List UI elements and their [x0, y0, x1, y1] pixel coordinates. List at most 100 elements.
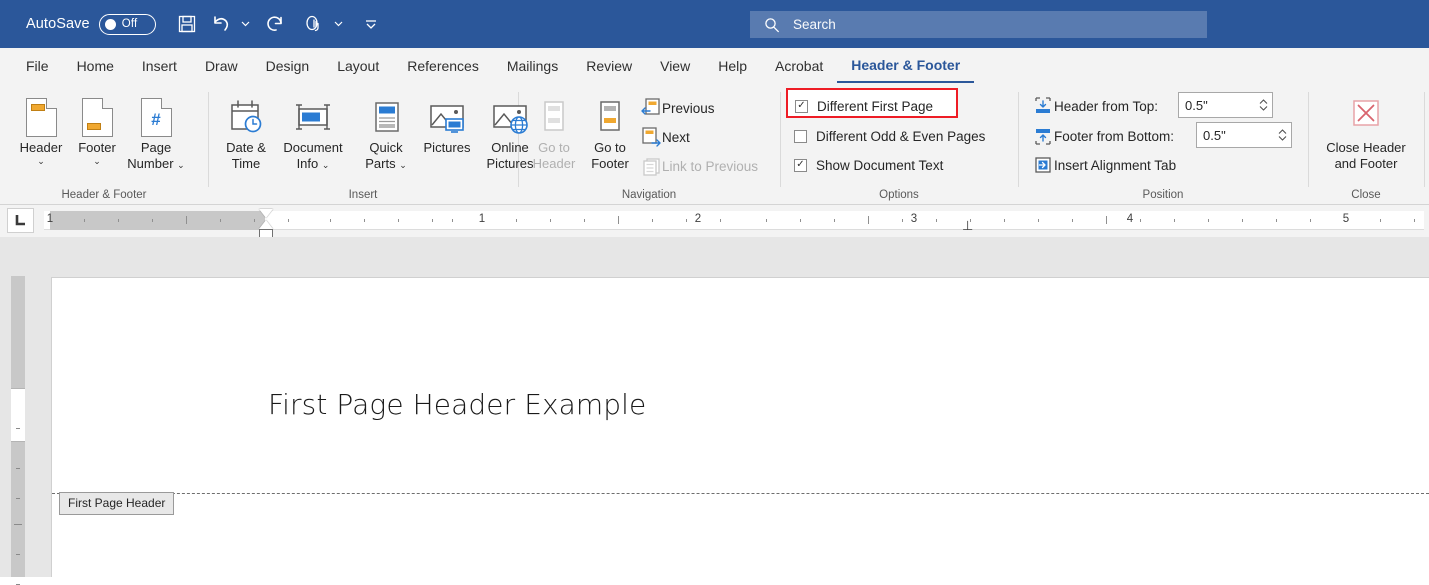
tab-view[interactable]: View — [646, 48, 704, 83]
ruler-number: 2 — [694, 213, 702, 225]
tab-draw[interactable]: Draw — [191, 48, 252, 83]
pictures-button[interactable]: Pictures — [414, 91, 480, 156]
insert-alignment-tab-button[interactable]: Insert Alignment Tab — [1032, 153, 1176, 177]
ruler-left-margin-zone — [50, 211, 265, 230]
calendar-clock-icon — [226, 91, 266, 137]
tab-layout[interactable]: Layout — [323, 48, 393, 83]
close-header-footer-icon — [1346, 91, 1386, 137]
autosave-toggle-knob — [104, 18, 116, 30]
header-from-top-row: Header from Top: — [1032, 94, 1158, 118]
tab-help[interactable]: Help — [704, 48, 761, 83]
autosave-state-label: Off — [121, 18, 138, 30]
header-from-top-icon — [1032, 96, 1054, 116]
tab-file[interactable]: File — [12, 48, 63, 83]
header-from-top-value: 0.5" — [1185, 97, 1208, 113]
next-icon — [640, 126, 662, 148]
document-info-button[interactable]: Document Info ⌄ — [270, 91, 356, 173]
tab-acrobat[interactable]: Acrobat — [761, 48, 837, 83]
date-and-time-button[interactable]: Date & Time — [214, 91, 278, 172]
quick-parts-button[interactable]: Quick Parts ⌄ — [355, 91, 417, 173]
different-first-page-checkbox-overlay[interactable]: ✓ Different First Page — [795, 95, 933, 117]
footer-from-bottom-stepper[interactable]: 0.5" — [1196, 122, 1292, 148]
undo-button[interactable] — [204, 7, 238, 41]
different-odd-even-pages-checkbox[interactable]: Different Odd & Even Pages — [794, 125, 985, 147]
footer-from-bottom-spin-arrows[interactable] — [1274, 123, 1291, 147]
ribbon-group-position: Header from Top: 0.5" Footer from Bottom… — [1018, 83, 1308, 205]
vertical-ruler[interactable] — [11, 276, 25, 585]
ruler-tab-stop-marker[interactable]: ⊥ — [962, 218, 973, 234]
close-header-and-footer-button[interactable]: Close Header and Footer — [1320, 91, 1412, 172]
quick-parts-dropdown-caret[interactable]: ⌄ — [399, 160, 407, 170]
date-and-time-label-line2: Time — [231, 156, 261, 171]
go-to-header-label-line2: Header — [532, 156, 576, 171]
footer-from-bottom-icon — [1032, 126, 1054, 146]
header-dropdown-caret[interactable]: ⌄ — [37, 156, 45, 167]
group-label-navigation: Navigation — [621, 189, 677, 201]
go-to-header-button[interactable]: Go to Header — [526, 91, 582, 172]
left-tab-stop-icon — [15, 215, 25, 226]
page-number-button[interactable]: # Page Number ⌄ — [124, 91, 188, 173]
footer-from-bottom-label: Footer from Bottom: — [1054, 128, 1175, 144]
page-number-button-label-line1: Page — [140, 140, 172, 155]
go-to-header-icon — [537, 91, 571, 137]
horizontal-ruler[interactable]: 1 1 2 3 4 5 — [44, 211, 1424, 230]
footer-icon — [81, 91, 113, 137]
save-button[interactable] — [170, 7, 204, 41]
document-info-icon — [291, 91, 335, 137]
link-to-previous-button[interactable]: Link to Previous — [640, 154, 758, 178]
ribbon-group-header-and-footer: Header ⌄ Footer ⌄ # Page Number ⌄ Header… — [0, 83, 208, 205]
header-from-top-spin-arrows[interactable] — [1255, 93, 1272, 117]
touch-mode-button[interactable] — [297, 7, 331, 41]
show-document-text-checkbox[interactable]: ✓ Show Document Text — [794, 154, 943, 176]
hanging-indent-marker[interactable] — [259, 220, 273, 229]
footer-from-bottom-row: Footer from Bottom: — [1032, 124, 1174, 148]
group-separator — [1424, 92, 1425, 187]
checkbox-checked-icon: ✓ — [794, 158, 807, 172]
title-bar: AutoSave Off Search — [0, 0, 1429, 48]
autosave-toggle[interactable]: Off — [98, 13, 156, 35]
header-from-top-label: Header from Top: — [1054, 98, 1159, 114]
link-to-previous-label: Link to Previous — [662, 158, 759, 174]
first-line-indent-marker[interactable] — [259, 209, 273, 218]
touch-dropdown[interactable] — [331, 7, 346, 41]
insert-alignment-tab-icon — [1032, 155, 1054, 175]
go-to-footer-label-line1: Go to — [594, 140, 626, 155]
previous-button[interactable]: Previous — [640, 96, 715, 120]
document-page[interactable]: First Page Header Example First Page Hea… — [51, 277, 1429, 577]
page-number-dropdown-caret[interactable]: ⌄ — [177, 160, 185, 170]
customize-qat-button[interactable] — [354, 7, 388, 41]
header-from-top-stepper[interactable]: 0.5" — [1178, 92, 1273, 118]
ruler-number: 1 — [478, 213, 486, 225]
tab-home[interactable]: Home — [63, 48, 128, 83]
next-button[interactable]: Next — [640, 125, 690, 149]
document-info-dropdown-caret[interactable]: ⌄ — [322, 160, 330, 170]
group-label-insert: Insert — [348, 189, 378, 201]
tab-design[interactable]: Design — [252, 48, 324, 83]
header-button-label: Header — [19, 140, 63, 155]
tab-review[interactable]: Review — [572, 48, 646, 83]
tab-stop-selector-button[interactable] — [7, 208, 34, 233]
tab-header-and-footer[interactable]: Header & Footer — [837, 48, 975, 83]
close-header-and-footer-label-line1: Close Header — [1326, 140, 1406, 155]
ribbon: Header ⌄ Footer ⌄ # Page Number ⌄ Header… — [0, 83, 1429, 205]
footer-from-bottom-value: 0.5" — [1203, 127, 1226, 143]
chevron-down-icon — [334, 21, 343, 27]
redo-button[interactable] — [259, 7, 293, 41]
group-label-options: Options — [879, 189, 919, 201]
quick-parts-label-line2: Parts — [365, 156, 396, 171]
ruler-number: 4 — [1126, 213, 1134, 225]
pictures-icon — [425, 91, 469, 137]
tab-references[interactable]: References — [393, 48, 493, 83]
chevron-down-icon — [1278, 136, 1287, 141]
go-to-footer-button[interactable]: Go to Footer — [582, 91, 638, 172]
checkbox-unchecked-icon — [794, 129, 807, 143]
quick-parts-label-line1: Quick — [369, 140, 403, 155]
undo-dropdown[interactable] — [238, 7, 253, 41]
footer-dropdown-caret[interactable]: ⌄ — [93, 156, 101, 167]
first-page-header-text[interactable]: First Page Header Example — [268, 388, 646, 421]
tab-mailings[interactable]: Mailings — [493, 48, 572, 83]
tab-insert[interactable]: Insert — [128, 48, 191, 83]
chevron-down-icon — [241, 21, 250, 27]
header-button[interactable]: Header ⌄ — [9, 91, 73, 167]
search-input[interactable]: Search — [750, 11, 1207, 38]
